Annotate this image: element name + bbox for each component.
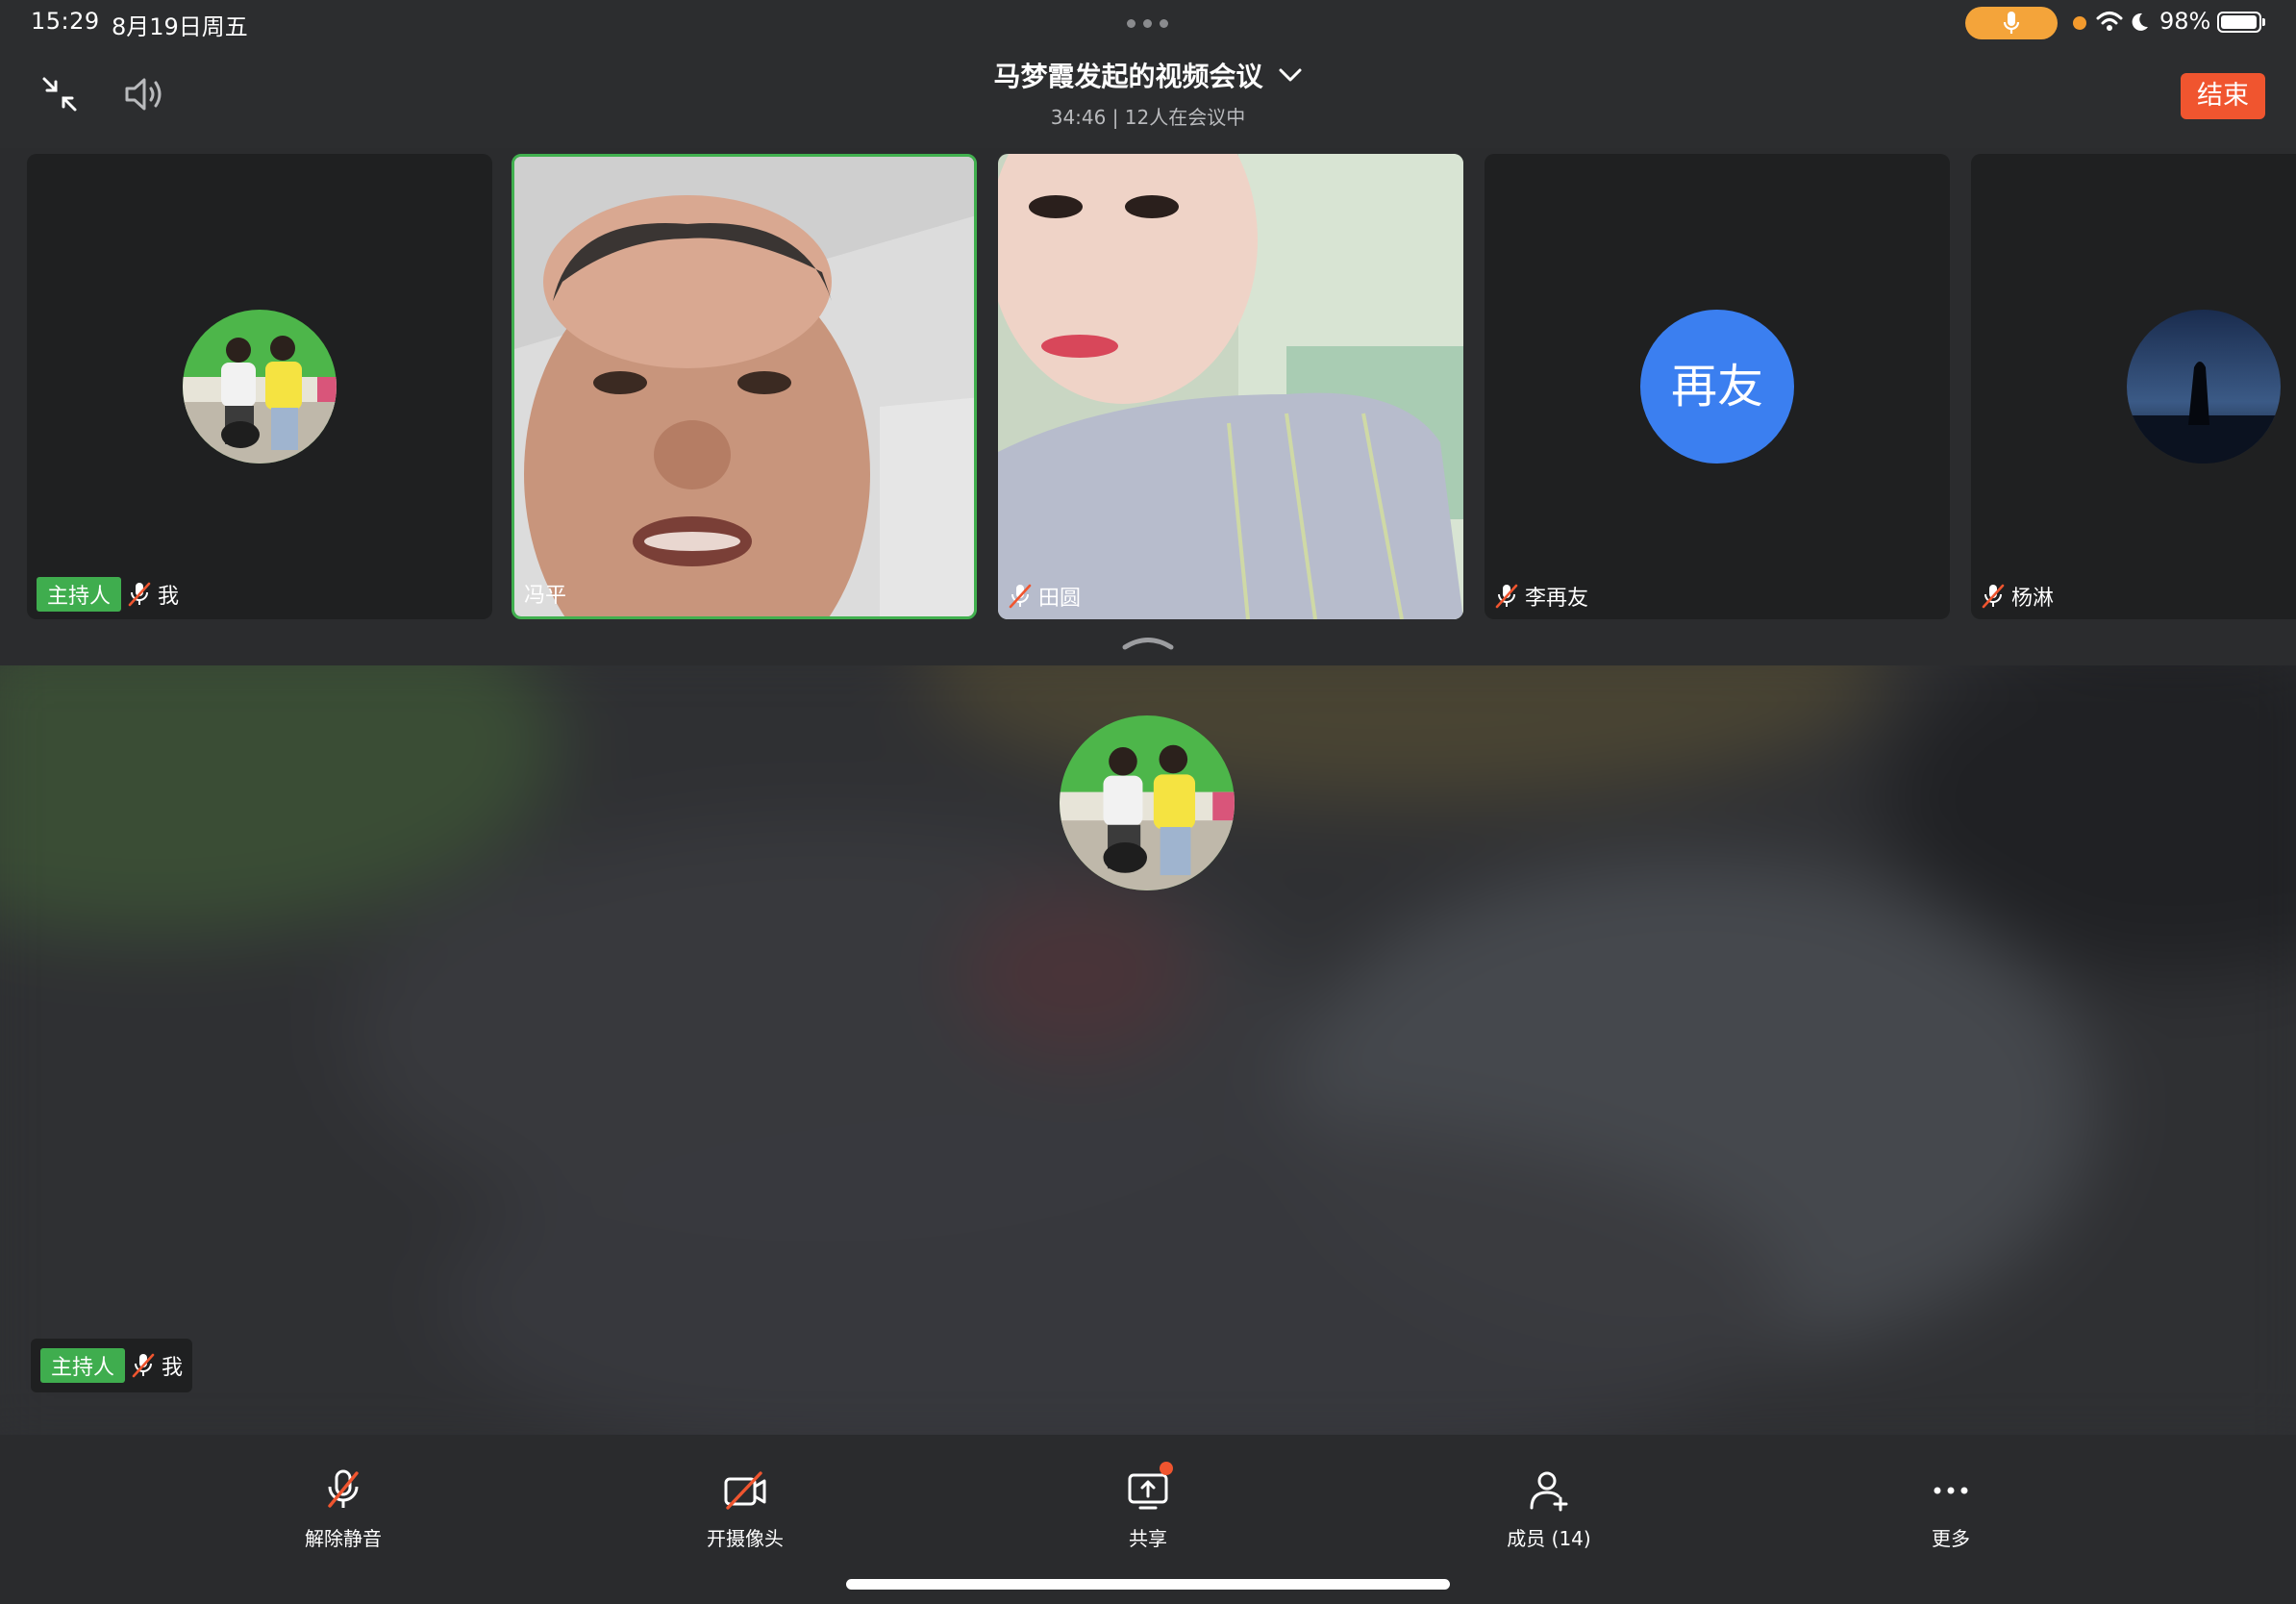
mic-muted-icon — [128, 582, 151, 607]
notification-dot — [1160, 1462, 1173, 1475]
more-button[interactable]: 更多 — [1855, 1467, 2047, 1551]
battery-percentage: 98% — [2159, 8, 2211, 35]
mic-muted-icon — [1009, 584, 1032, 609]
collapse-tiles-handle-icon[interactable] — [1121, 635, 1175, 650]
multitasking-dots-icon[interactable] — [1127, 19, 1168, 28]
participant-name: 我 — [162, 1356, 184, 1380]
unmute-button[interactable]: 解除静音 — [247, 1467, 439, 1551]
camera-off-icon — [724, 1471, 766, 1510]
end-meeting-button[interactable]: 结束 — [2181, 73, 2265, 119]
participant-name: 田圆 — [1038, 587, 1082, 611]
camera-on-button[interactable]: 开摄像头 — [649, 1467, 841, 1551]
bottom-toolbar: 解除静音 开摄像头 共享 成员 (14) 更多 — [0, 1435, 2296, 1604]
meeting-title: 马梦霞发起的视频会议 — [993, 61, 1263, 92]
avatar — [183, 310, 337, 464]
mic-in-use-icon — [1965, 7, 2058, 39]
participant-tile-me[interactable]: 主持人 我 — [27, 154, 492, 619]
tile-label: 冯平 — [524, 578, 566, 609]
wifi-icon — [2096, 12, 2123, 31]
chevron-down-icon — [1279, 68, 1302, 82]
moon-icon — [2132, 13, 2148, 31]
home-indicator[interactable] — [846, 1579, 1450, 1590]
participant-video — [514, 157, 974, 616]
status-bar: 15:29 8月19日周五 98% — [0, 0, 2296, 44]
stage-participant-label: 主持人 我 — [31, 1339, 193, 1392]
participant-video — [998, 154, 1463, 619]
participant-name: 杨淋 — [2011, 587, 2055, 611]
avatar — [1060, 715, 1235, 890]
meeting-title-button[interactable]: 马梦霞发起的视频会议 — [0, 56, 2296, 94]
mic-muted-icon — [328, 1469, 359, 1508]
add-member-icon — [1530, 1471, 1568, 1512]
privacy-indicator-icon — [2073, 16, 2086, 30]
participant-name: 我 — [158, 585, 180, 609]
share-button[interactable]: 共享 — [1052, 1462, 1244, 1551]
battery-icon — [2217, 12, 2265, 33]
participant-tile-li-zaiyou[interactable]: 再友 李再友 — [1485, 154, 1950, 619]
avatar: 再友 — [1640, 310, 1794, 464]
host-badge: 主持人 — [37, 577, 122, 612]
main-stage[interactable]: 主持人 我 — [0, 665, 2296, 1435]
tile-label: 主持人 我 — [37, 577, 179, 612]
participant-tile-tian-yuan[interactable]: 田圆 — [998, 154, 1463, 619]
meeting-duration-and-count: 34:46 | 12人在会议中 — [1050, 106, 1246, 129]
tile-label: 李再友 — [1494, 581, 1588, 612]
more-icon — [1934, 1487, 1968, 1494]
meeting-header: 马梦霞发起的视频会议 34:46 | 12人在会议中 结束 — [0, 44, 2296, 148]
participant-name: 冯平 — [524, 584, 567, 608]
tile-label: 田圆 — [1008, 581, 1081, 612]
mic-muted-icon — [132, 1353, 155, 1378]
participant-tile-feng-ping[interactable]: 冯平 — [512, 154, 977, 619]
participant-tile-yang-lin[interactable]: 杨淋 — [1971, 154, 2296, 619]
status-time: 15:29 — [31, 8, 100, 35]
members-button[interactable]: 成员 (14) — [1453, 1467, 1645, 1551]
host-badge: 主持人 — [40, 1348, 126, 1383]
mic-muted-icon — [1982, 584, 2005, 609]
status-date: 8月19日周五 — [112, 13, 248, 40]
mic-muted-icon — [1495, 584, 1518, 609]
tile-label: 杨淋 — [1981, 581, 2054, 612]
participant-name: 李再友 — [1525, 587, 1589, 611]
avatar — [2127, 310, 2281, 464]
